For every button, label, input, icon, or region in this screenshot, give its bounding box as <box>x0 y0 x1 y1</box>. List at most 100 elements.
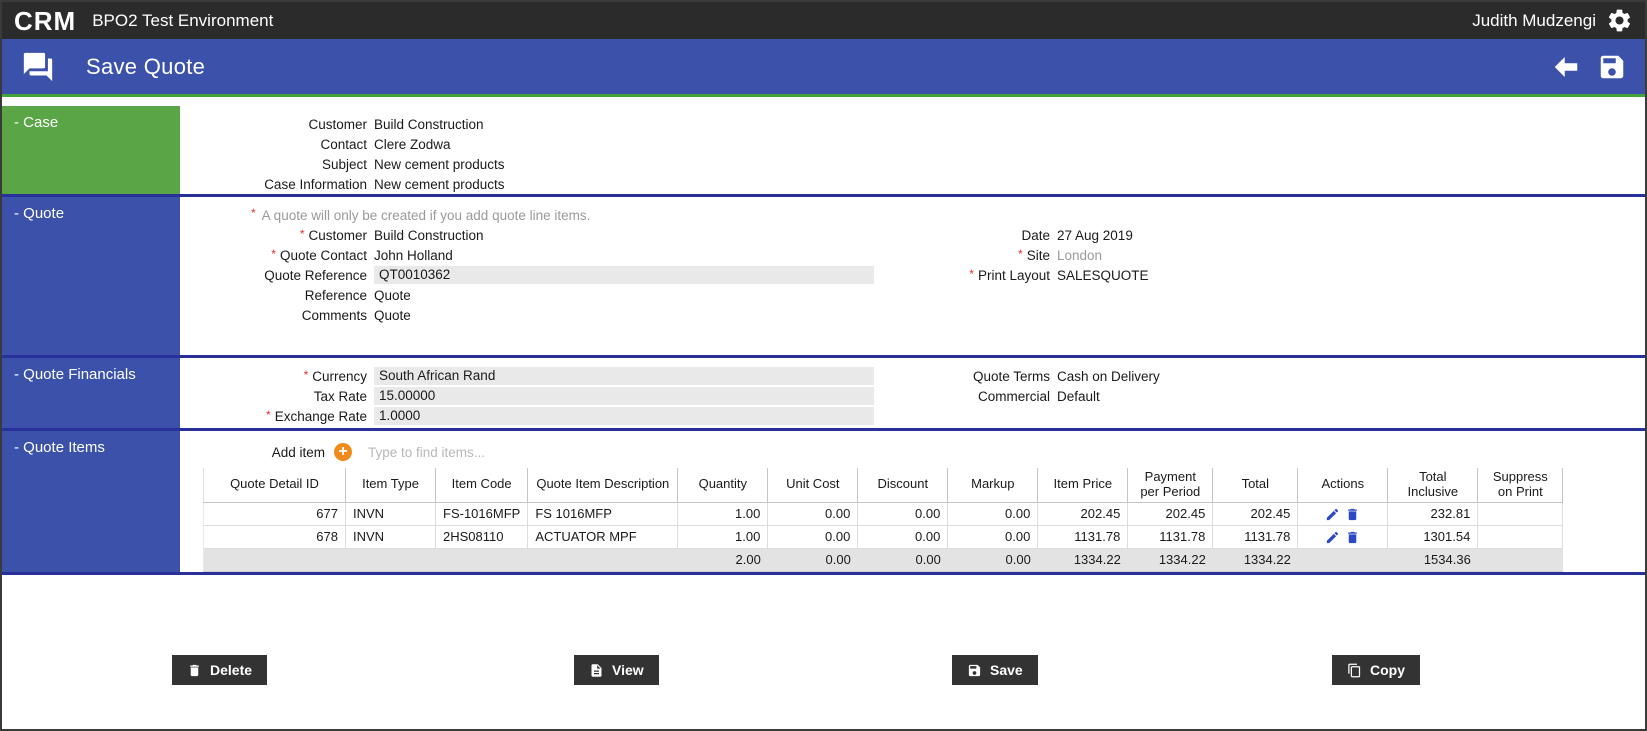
cell-suppress-on-print[interactable] <box>1477 502 1564 526</box>
field-label: Exchange Rate <box>180 409 367 424</box>
totals-blank <box>1477 548 1563 572</box>
field-label: Site <box>880 248 1050 263</box>
cell-payment-per-period: 1131.78 <box>1127 525 1214 549</box>
cell-item-price: 1131.78 <box>1037 525 1129 549</box>
field-label: Commercial <box>977 388 1050 404</box>
col-description: Quote Item Description <box>527 468 679 503</box>
cell-unit-cost: 0.00 <box>767 502 859 526</box>
field-comments: Comments Quote <box>180 305 880 325</box>
delete-button[interactable]: Delete <box>172 655 268 685</box>
currency-input[interactable]: South African Rand <box>374 367 874 385</box>
trash-icon <box>190 664 199 676</box>
user-name[interactable]: Judith Mudzengi <box>1472 11 1596 31</box>
field-label: Comments <box>301 307 367 323</box>
quote-items-table: Quote Detail ID Item Type Item Code Quot… <box>203 468 1564 572</box>
cell-markup: 0.00 <box>947 502 1039 526</box>
case-section: Case Customer Build Construction Contact… <box>2 106 1645 194</box>
cell-actions <box>1297 525 1389 549</box>
quote-financials-header[interactable]: Quote Financials <box>2 358 180 428</box>
quote-items-title: Quote Items <box>14 439 105 456</box>
col-actions: Actions <box>1297 468 1389 503</box>
field-quote-contact: Quote Contact John Holland <box>180 245 880 265</box>
edit-pencil-icon[interactable] <box>1325 505 1340 520</box>
quote-section-header[interactable]: Quote <box>2 197 180 355</box>
case-section-header[interactable]: Case <box>2 106 180 194</box>
field-label: Date <box>1021 227 1050 243</box>
delete-trash-icon[interactable] <box>1345 528 1360 543</box>
top-bar: CRM BPO2 Test Environment Judith Mudzeng… <box>2 2 1645 39</box>
cell-discount: 0.00 <box>857 502 949 526</box>
field-label: Print Layout <box>880 268 1050 283</box>
cell-payment-per-period: 202.45 <box>1127 502 1214 526</box>
field-reference: Reference Quote <box>180 285 880 305</box>
cell-quantity: 1.00 <box>677 502 769 526</box>
cell-quantity: 1.00 <box>677 525 769 549</box>
field-quote-customer: Customer Build Construction <box>180 225 880 245</box>
cell-item-price: 202.45 <box>1037 502 1129 526</box>
col-discount: Discount <box>857 468 949 503</box>
totals-total-inclusive: 1534.36 <box>1387 548 1478 572</box>
cell-unit-cost: 0.00 <box>767 525 859 549</box>
field-value: Default <box>1057 388 1100 404</box>
cell-total-inclusive: 1301.54 <box>1387 525 1479 549</box>
cell-suppress-on-print[interactable] <box>1477 525 1564 549</box>
delete-button-label: Delete <box>210 662 253 678</box>
totals-blank <box>345 548 436 572</box>
quote-note: A quote will only be created if you add … <box>180 205 1645 225</box>
field-value: New cement products <box>374 156 505 172</box>
field-value: New cement products <box>374 176 505 192</box>
field-label: Quote Terms <box>972 368 1050 384</box>
crm-logo: CRM <box>14 5 77 36</box>
col-item-type: Item Type <box>345 468 436 503</box>
cell-description: ACTUATOR MPF <box>527 525 679 549</box>
quote-reference-input[interactable]: QT0010362 <box>374 266 874 284</box>
field-case-customer: Customer Build Construction <box>180 114 1645 134</box>
copy-button-label: Copy <box>1370 662 1405 678</box>
cell-actions <box>1297 502 1389 526</box>
totals-item-price: 1334.22 <box>1037 548 1128 572</box>
cell-quote-detail-id: 677 <box>203 502 346 526</box>
tax-rate-input[interactable]: 15.00000 <box>374 387 874 405</box>
col-total: Total <box>1212 468 1299 503</box>
exchange-rate-input[interactable]: 1.0000 <box>374 407 874 425</box>
field-quote-terms: Quote Terms Cash on Delivery <box>880 366 1160 386</box>
quote-item-row: 678 INVN 2HS08110 ACTUATOR MPF 1.00 0.00… <box>203 525 1564 549</box>
totals-total: 1334.22 <box>1212 548 1298 572</box>
save-button[interactable]: Save <box>952 655 1038 685</box>
field-value: Build Construction <box>374 227 484 243</box>
totals-row: 2.00 0.00 0.00 0.00 1334.22 1334.22 1334… <box>203 548 1563 572</box>
page-title: Save Quote <box>86 53 206 79</box>
save-icon[interactable] <box>1597 52 1627 82</box>
field-print-layout: Print Layout SALESQUOTE <box>880 265 1149 285</box>
gear-icon[interactable] <box>1606 7 1633 34</box>
totals-blank <box>527 548 678 572</box>
field-label: Reference <box>304 287 367 303</box>
footer-actions: Delete View Save Copy <box>2 655 1645 689</box>
floppy-icon <box>968 664 981 676</box>
add-item-plus-icon[interactable] <box>334 443 352 461</box>
col-quantity: Quantity <box>677 468 769 503</box>
back-icon[interactable] <box>1551 52 1581 82</box>
col-total-inclusive: Total Inclusive <box>1387 468 1479 503</box>
table-header-row: Quote Detail ID Item Type Item Code Quot… <box>203 468 1564 503</box>
site-select[interactable]: London <box>1057 248 1102 263</box>
copy-button[interactable]: Copy <box>1332 655 1420 685</box>
page-header: Save Quote <box>2 39 1645 97</box>
document-icon <box>591 663 602 677</box>
view-button[interactable]: View <box>574 655 659 685</box>
field-case-contact: Contact Clere Zodwa <box>180 134 1645 154</box>
delete-trash-icon[interactable] <box>1345 505 1360 520</box>
col-payment-per-period: Payment per Period <box>1127 468 1214 503</box>
save-button-label: Save <box>990 662 1023 678</box>
totals-quantity: 2.00 <box>677 548 768 572</box>
field-label: Customer <box>180 228 367 243</box>
totals-discount: 0.00 <box>857 548 948 572</box>
add-item-label: Add item <box>271 444 325 460</box>
edit-pencil-icon[interactable] <box>1325 528 1340 543</box>
field-date: Date 27 Aug 2019 <box>880 225 1149 245</box>
field-value: Quote <box>374 307 411 323</box>
field-label: Currency <box>180 369 367 384</box>
app-window: CRM BPO2 Test Environment Judith Mudzeng… <box>0 0 1647 731</box>
find-items-input[interactable] <box>368 444 688 460</box>
quote-items-header[interactable]: Quote Items <box>2 431 180 572</box>
